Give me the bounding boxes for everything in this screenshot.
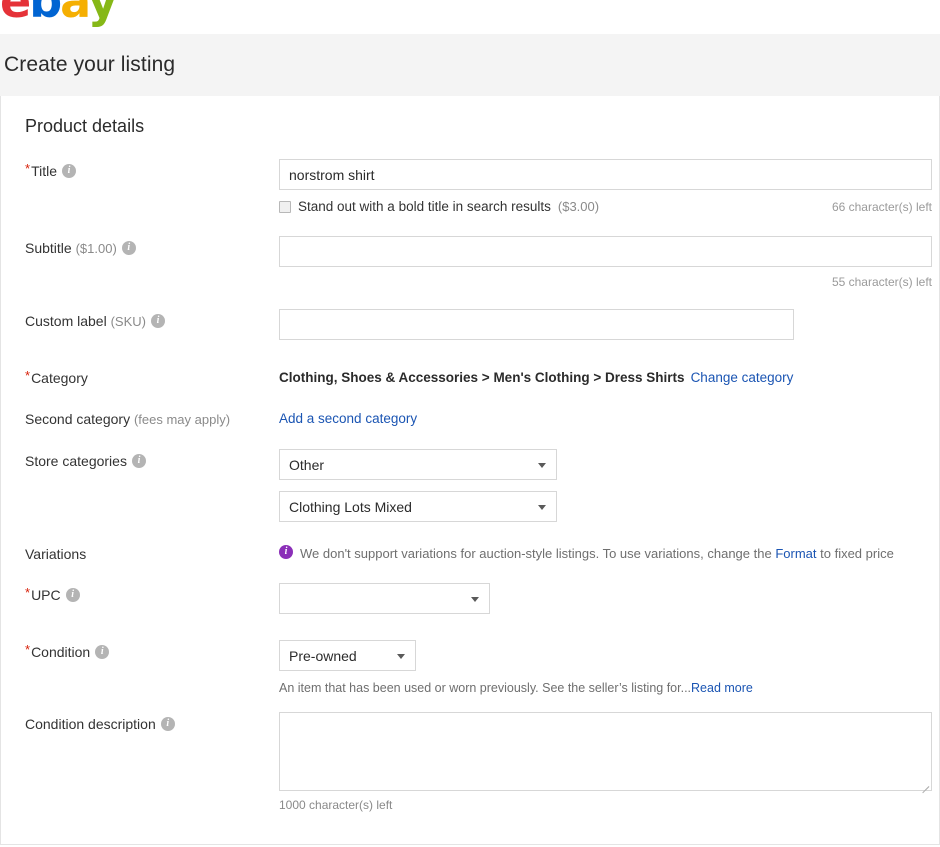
- form-row-condition: *Condition i Pre-owned An item that has b…: [1, 640, 939, 696]
- bold-title-price: ($3.00): [557, 199, 600, 214]
- subtitle-character-counter: 55 character(s) left: [831, 275, 932, 289]
- page-title-band: Create your listing: [0, 34, 940, 96]
- store-category-secondary-value: Clothing Lots Mixed: [289, 498, 412, 515]
- subtitle-field-col: 55 character(s) left: [279, 236, 939, 289]
- variations-message-before: We don't support variations for auction-…: [300, 546, 772, 561]
- condition-description-label-text: Condition description: [25, 716, 156, 732]
- store-categories-field-col: Other Clothing Lots Mixed: [279, 449, 939, 522]
- condition-help-text: An item that has been used or worn previ…: [279, 680, 939, 696]
- upc-label: *UPC i: [25, 583, 279, 604]
- required-asterisk-upc: *: [25, 585, 31, 600]
- info-icon-purple: i: [279, 545, 293, 559]
- second-category-value-col: Add a second category: [279, 407, 939, 428]
- title-character-counter: 66 character(s) left: [831, 199, 932, 214]
- variations-label-text: Variations: [25, 546, 87, 562]
- variations-message-after: to fixed price: [820, 546, 894, 561]
- store-category-select-secondary[interactable]: Clothing Lots Mixed: [279, 491, 557, 522]
- required-asterisk-category: *: [25, 368, 31, 383]
- form-row-upc: *UPC i: [1, 583, 939, 614]
- form-row-category: *Category Clothing, Shoes & Accessories …: [1, 366, 939, 387]
- condition-label-text: Condition: [31, 644, 91, 660]
- condition-description-field-col: 1000 character(s) left: [279, 712, 939, 812]
- subtitle-price-note: ($1.00): [75, 241, 117, 256]
- logo-letter-y: y: [87, 0, 118, 28]
- custom-label-field-col: [279, 309, 939, 340]
- category-label: *Category: [25, 366, 279, 387]
- condition-help-sentence: An item that has been used or worn previ…: [279, 681, 692, 695]
- category-value-col: Clothing, Shoes & Accessories > Men's Cl…: [279, 366, 939, 387]
- variations-notice: i We don't support variations for auctio…: [279, 542, 939, 562]
- ebay-logo[interactable]: ebay: [0, 0, 118, 24]
- upc-label-text: UPC: [31, 587, 61, 603]
- info-icon[interactable]: i: [62, 164, 76, 179]
- info-icon[interactable]: i: [131, 454, 146, 469]
- custom-label-sku-note: (SKU): [110, 314, 146, 329]
- form-row-condition-description: Condition description i 1000 character(s)…: [1, 712, 939, 812]
- subtitle-counter-line: 55 character(s) left: [279, 275, 932, 289]
- condition-select[interactable]: Pre-owned: [279, 640, 416, 671]
- chevron-down-icon: [471, 596, 479, 602]
- bold-title-checkbox[interactable]: [279, 200, 291, 213]
- change-category-link[interactable]: Change category: [691, 370, 794, 385]
- second-category-label: Second category (fees may apply): [25, 407, 279, 429]
- title-label-text: Title: [31, 163, 57, 179]
- info-icon[interactable]: i: [65, 588, 80, 603]
- custom-label-input[interactable]: [279, 309, 794, 340]
- custom-label-label: Custom label (SKU) i: [25, 309, 279, 331]
- form-row-subtitle: Subtitle ($1.00) i 55 character(s) left: [1, 236, 939, 289]
- subtitle-label-text: Subtitle: [25, 240, 72, 256]
- form-row-title: *Titlei Stand out with a bold title in s…: [1, 159, 939, 214]
- logo-letter-b: b: [29, 0, 62, 28]
- custom-label-text: Custom label: [25, 313, 107, 329]
- masthead: ebay: [0, 0, 940, 34]
- info-icon[interactable]: i: [160, 717, 175, 732]
- condition-description-textarea-wrap: [279, 712, 932, 794]
- second-category-label-text: Second category: [25, 411, 131, 427]
- add-second-category-link[interactable]: Add a second category: [279, 411, 417, 426]
- upc-select[interactable]: [279, 583, 490, 614]
- chevron-down-icon: [538, 504, 546, 510]
- subtitle-input[interactable]: [279, 236, 932, 267]
- upc-field-col: [279, 583, 939, 614]
- required-asterisk-title: *: [25, 161, 31, 176]
- chevron-down-icon: [538, 462, 546, 468]
- condition-value: Pre-owned: [289, 647, 357, 664]
- variations-label: Variations: [25, 542, 279, 563]
- bold-title-label: Stand out with a bold title in search re…: [298, 199, 551, 214]
- store-categories-label: Store categories i: [25, 449, 279, 470]
- second-category-fee-note: (fees may apply): [133, 412, 231, 427]
- store-category-primary-value: Other: [289, 456, 325, 473]
- section-heading: Product details: [25, 116, 145, 136]
- logo-letter-a: a: [60, 0, 90, 28]
- form-row-second-category: Second category (fees may apply) Add a s…: [1, 407, 939, 429]
- info-icon[interactable]: i: [95, 645, 110, 660]
- condition-description-counter: 1000 character(s) left: [279, 798, 393, 812]
- condition-description-label: Condition description i: [25, 712, 279, 733]
- bold-title-option: Stand out with a bold title in search re…: [279, 199, 932, 214]
- title-label: *Title i: [25, 159, 279, 180]
- category-label-text: Category: [31, 370, 88, 386]
- form-row-custom-label: Custom label (SKU) i: [1, 309, 939, 340]
- info-icon[interactable]: i: [150, 314, 165, 329]
- page-title: Create your listing: [4, 53, 176, 76]
- variations-message: We don't support variations for auction-…: [300, 546, 894, 562]
- subtitle-label: Subtitle ($1.00) i: [25, 236, 279, 258]
- required-asterisk-condition: *: [25, 642, 31, 657]
- condition-label: *Condition i: [25, 640, 279, 661]
- store-categories-label-text: Store categories: [25, 453, 127, 469]
- logo-letter-e: e: [0, 0, 31, 28]
- product-details-card: Product details *Titlei Stand out with a…: [0, 96, 940, 845]
- title-input[interactable]: [279, 159, 932, 190]
- condition-field-col: Pre-owned An item that has been used or …: [279, 640, 939, 696]
- format-link[interactable]: Format: [775, 546, 816, 561]
- form-row-store-categories: Store categories i Other Clothing Lots Mi…: [1, 449, 939, 522]
- read-more-link[interactable]: Read more: [691, 681, 753, 695]
- form-row-variations: Variations i We don't support variations…: [1, 542, 939, 563]
- condition-description-textarea[interactable]: [279, 712, 932, 791]
- chevron-down-icon: [397, 653, 405, 659]
- store-category-select-primary[interactable]: Other: [279, 449, 557, 480]
- info-icon[interactable]: i: [121, 241, 136, 256]
- breadcrumb: Clothing, Shoes & Accessories > Men's Cl…: [279, 370, 685, 385]
- title-field-col: Stand out with a bold title in search re…: [279, 159, 939, 214]
